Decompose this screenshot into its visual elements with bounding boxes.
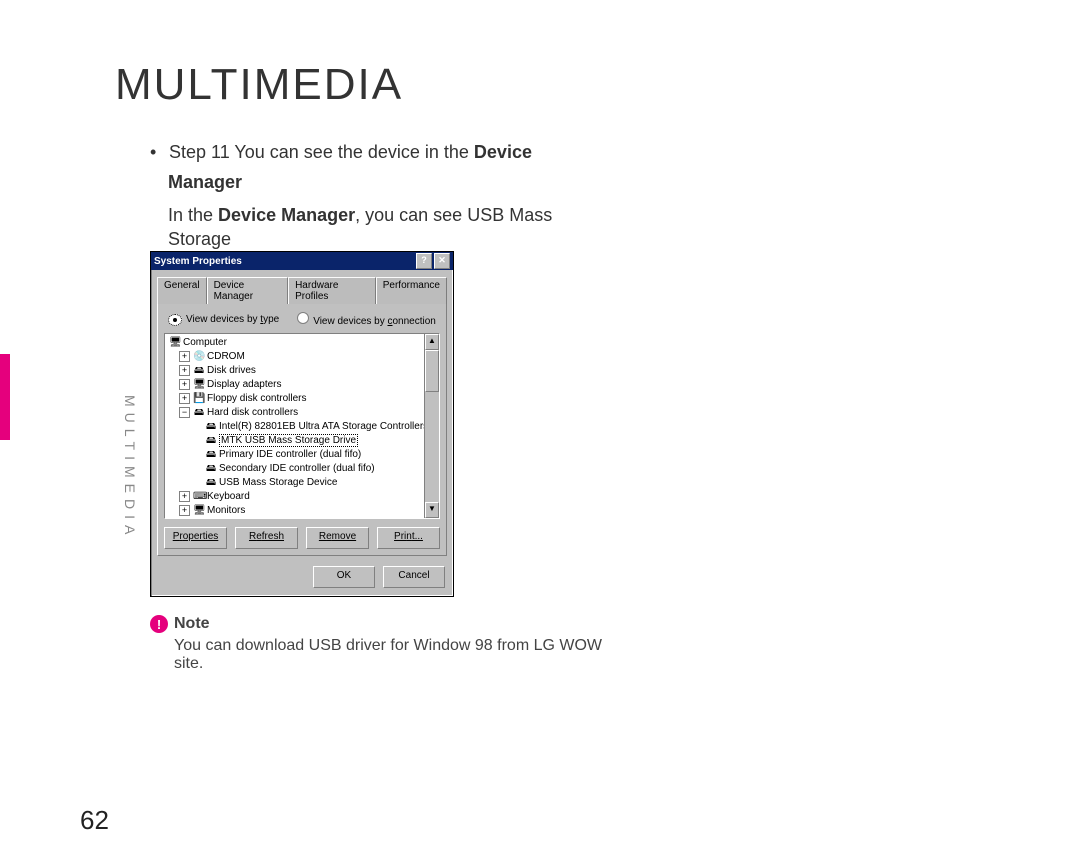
note-text: You can download USB driver for Window 9… xyxy=(174,637,610,673)
device-icon: 🖴 xyxy=(205,420,217,434)
tab-performance[interactable]: Performance xyxy=(376,277,447,304)
tree-node-label: Display adapters xyxy=(207,379,281,390)
tree-root[interactable]: 🖥Computer xyxy=(167,336,437,350)
device-icon: 🖴 xyxy=(193,364,205,378)
properties-button[interactable]: Properties xyxy=(164,527,227,549)
tree-child-node[interactable]: 🖴Intel(R) 82801EB Ultra ATA Storage Cont… xyxy=(167,420,437,434)
scroll-down-icon[interactable]: ▼ xyxy=(425,502,439,518)
page-title: MULTIMEDIA xyxy=(115,60,403,110)
tree-root-label: Computer xyxy=(183,337,227,348)
tree-node-label: CDROM xyxy=(207,351,245,362)
tab-body: View devices by type View devices by con… xyxy=(157,303,447,556)
radio-dot-icon xyxy=(168,314,182,326)
tree-child-label: Secondary IDE controller (dual fifo) xyxy=(219,463,375,474)
step-bold-1: Device xyxy=(474,142,532,162)
tree-scrollbar[interactable]: ▲ ▼ xyxy=(424,334,439,518)
sub-1: In the xyxy=(168,205,218,225)
device-icon: 🖴 xyxy=(193,406,205,420)
device-icon: 💾 xyxy=(193,392,205,406)
device-icon: 🖥 xyxy=(193,504,205,518)
step-line: • Step 11 You can see the device in the … xyxy=(150,140,610,164)
expand-icon[interactable]: + xyxy=(179,379,190,390)
tree-node-label: Floppy disk controllers xyxy=(207,393,306,404)
note-icon: ! xyxy=(150,615,168,633)
expand-icon[interactable]: + xyxy=(179,491,190,502)
tab-hardware-profiles[interactable]: Hardware Profiles xyxy=(288,277,376,304)
tree-node-label: Disk drives xyxy=(207,365,256,376)
device-icon: 🖴 xyxy=(205,448,217,462)
tree-child-node[interactable]: 🖴MTK USB Mass Storage Drive xyxy=(167,434,437,448)
titlebar[interactable]: System Properties ? ✕ xyxy=(151,252,453,270)
system-properties-dialog: System Properties ? ✕ General Device Man… xyxy=(150,251,454,597)
close-button[interactable]: ✕ xyxy=(434,253,450,269)
device-icon: 💿 xyxy=(193,350,205,364)
step-text: Step 11 You can see the device in the xyxy=(169,142,474,162)
cancel-button[interactable]: Cancel xyxy=(383,566,445,588)
manual-page: MULTIMEDIA 62 MULTIMEDIA • Step 11 You c… xyxy=(0,0,1080,863)
device-icon: 🖴 xyxy=(205,434,217,448)
tree-node[interactable]: +💿CDROM xyxy=(167,350,437,364)
tree-node[interactable]: −🖴Hard disk controllers xyxy=(167,406,437,420)
tree-button-row: Properties Refresh Remove Print... xyxy=(164,527,440,549)
tree-node[interactable]: +⌨Keyboard xyxy=(167,490,437,504)
scroll-up-icon[interactable]: ▲ xyxy=(425,334,439,350)
ok-button[interactable]: OK xyxy=(313,566,375,588)
view-mode-row: View devices by type View devices by con… xyxy=(164,310,440,333)
device-icon: 🖴 xyxy=(205,462,217,476)
step-bold-2: Manager xyxy=(168,172,242,192)
accent-bar xyxy=(0,354,10,440)
expand-icon[interactable]: − xyxy=(179,407,190,418)
refresh-button[interactable]: Refresh xyxy=(235,527,298,549)
tree-node-label: Hard disk controllers xyxy=(207,407,298,418)
note-block: ! Note You can download USB driver for W… xyxy=(150,615,610,673)
remove-button[interactable]: Remove xyxy=(306,527,369,549)
sidebar-section-label: MULTIMEDIA xyxy=(122,395,138,540)
device-icon: 🖥 xyxy=(193,378,205,392)
tree-node[interactable]: +🖥Monitors xyxy=(167,504,437,518)
tree-node-label: Monitors xyxy=(207,505,245,516)
sub-bold: Device Manager xyxy=(218,205,355,225)
computer-icon: 🖥 xyxy=(169,336,181,350)
tree-child-label: Intel(R) 82801EB Ultra ATA Storage Contr… xyxy=(219,421,428,432)
device-icon: 🖴 xyxy=(205,476,217,490)
tree-node[interactable]: +🖴Disk drives xyxy=(167,364,437,378)
bullet-icon: • xyxy=(150,140,164,164)
expand-icon[interactable]: + xyxy=(179,393,190,404)
tree-selected-label: MTK USB Mass Storage Drive xyxy=(219,434,358,447)
help-button[interactable]: ? xyxy=(416,253,432,269)
device-tree[interactable]: 🖥Computer +💿CDROM+🖴Disk drives+🖥Display … xyxy=(164,333,440,519)
tab-device-manager[interactable]: Device Manager xyxy=(207,277,289,304)
tree-node-label: Keyboard xyxy=(207,491,250,502)
scroll-thumb[interactable] xyxy=(425,350,439,392)
print-button[interactable]: Print... xyxy=(377,527,440,549)
note-label: Note xyxy=(174,615,210,633)
device-icon: 🖱 xyxy=(193,518,205,519)
tree-child-node[interactable]: 🖴Secondary IDE controller (dual fifo) xyxy=(167,462,437,476)
tree-child-label: USB Mass Storage Device xyxy=(219,477,337,488)
dialog-button-row: OK Cancel xyxy=(151,562,453,596)
tree-node[interactable]: +🖥Display adapters xyxy=(167,378,437,392)
tab-strip: General Device Manager Hardware Profiles… xyxy=(157,276,447,303)
dialog-title: System Properties xyxy=(154,256,242,267)
note-heading: ! Note xyxy=(150,615,610,633)
device-icon: ⌨ xyxy=(193,490,205,504)
tab-general[interactable]: General xyxy=(157,277,207,304)
expand-icon[interactable]: + xyxy=(179,365,190,376)
tree-child-node[interactable]: 🖴Primary IDE controller (dual fifo) xyxy=(167,448,437,462)
expand-icon[interactable]: + xyxy=(179,351,190,362)
tree-node[interactable]: +🖱Mouse xyxy=(167,518,437,519)
expand-icon[interactable]: + xyxy=(179,505,190,516)
tree-child-node[interactable]: 🖴USB Mass Storage Device xyxy=(167,476,437,490)
radio-by-connection[interactable]: View devices by connection xyxy=(297,312,436,327)
step-line-2: Manager xyxy=(168,170,610,194)
tree-node[interactable]: +💾Floppy disk controllers xyxy=(167,392,437,406)
radio-by-type[interactable]: View devices by type xyxy=(168,314,279,326)
page-number: 62 xyxy=(80,805,109,836)
radio-empty-icon xyxy=(297,312,309,324)
tree-child-label: Primary IDE controller (dual fifo) xyxy=(219,449,361,460)
